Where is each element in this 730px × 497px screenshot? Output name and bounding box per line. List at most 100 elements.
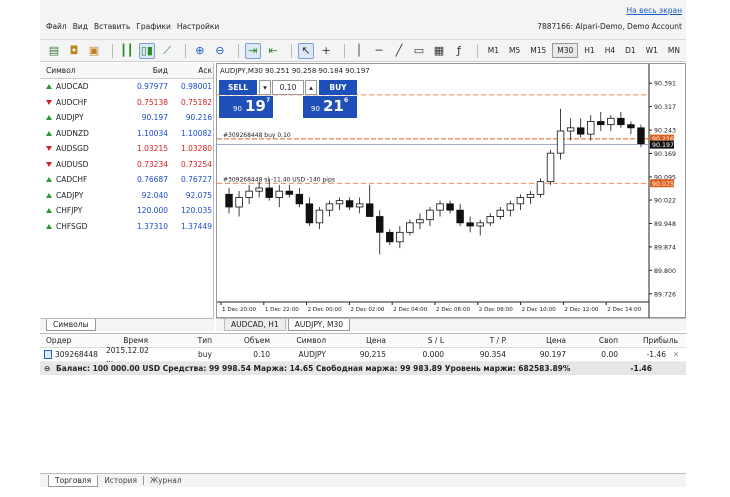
- tab-audcad-h1[interactable]: AUDCAD, H1: [224, 319, 286, 331]
- arrow-down-icon: [46, 146, 52, 152]
- timeframe-m1[interactable]: M1: [484, 44, 503, 57]
- fullscreen-link[interactable]: На весь экран: [627, 6, 683, 15]
- ask-price: 0.98001: [180, 82, 212, 92]
- zoom-in-icon[interactable]: ⊕: [192, 43, 208, 59]
- col-tp[interactable]: T / P: [448, 336, 510, 345]
- indicators-icon[interactable]: ƒ: [451, 43, 467, 59]
- market-watch-row[interactable]: CHFJPY 120.000 120.035: [40, 203, 213, 219]
- timeframe-w1[interactable]: W1: [642, 44, 662, 57]
- market-watch-row[interactable]: AUDUSD 0.73234 0.73254: [40, 157, 213, 173]
- market-watch-row[interactable]: CADJPY 92.040 92.075: [40, 188, 213, 204]
- sell-price-fraction: 7: [266, 97, 271, 104]
- price-tick-label: 90.243: [654, 128, 676, 135]
- profiles-icon[interactable]: ◘: [66, 43, 82, 59]
- menu-charts[interactable]: Графики: [136, 22, 171, 31]
- arrow-up-icon: [46, 223, 52, 229]
- tab-journal[interactable]: Журнал: [144, 475, 188, 486]
- order-type: buy: [198, 350, 212, 359]
- vertical-line-icon[interactable]: │: [351, 43, 367, 59]
- timeframe-m30[interactable]: M30: [552, 43, 579, 58]
- text-label-icon[interactable]: ▭: [411, 43, 427, 59]
- lot-increase-button[interactable]: ▴: [305, 80, 317, 95]
- symbol-name: AUDCAD: [56, 82, 89, 92]
- horizontal-line-icon[interactable]: ─: [371, 43, 387, 59]
- symbol-cell: AUDNZD: [40, 129, 112, 138]
- order-swap: 0.00: [601, 350, 618, 359]
- col-swap[interactable]: Своп: [570, 336, 622, 345]
- chart-shift-icon[interactable]: ⇤: [265, 43, 281, 59]
- ask-price: 1.37449: [180, 221, 212, 231]
- time-tick-label: 2 Dec 02:00: [350, 307, 385, 313]
- bid-price: 0.97977: [136, 82, 168, 92]
- sell-price[interactable]: 90 19 7: [219, 96, 273, 118]
- autoscroll-icon[interactable]: ⇥: [244, 42, 261, 59]
- timeframe-mn[interactable]: MN: [664, 44, 684, 57]
- symbol-name: AUDCHF: [56, 97, 88, 107]
- market-watch-row[interactable]: AUDJPY 90.197 90.216: [40, 110, 213, 126]
- col-price[interactable]: Цена: [330, 336, 390, 345]
- sell-button[interactable]: SELL: [219, 80, 257, 95]
- crosshair-icon[interactable]: +: [318, 43, 334, 59]
- candlestick-icon[interactable]: ▯▮: [138, 42, 156, 59]
- timeframe-m15[interactable]: M15: [526, 44, 550, 57]
- timeframe-h1[interactable]: H1: [580, 44, 598, 57]
- lot-decrease-button[interactable]: ▾: [259, 80, 271, 95]
- arrow-up-icon: [46, 208, 52, 214]
- market-watch-tabs: Символы: [40, 318, 214, 331]
- market-watch-row[interactable]: AUDNZD 1.10034 1.10082: [40, 126, 213, 142]
- lot-size-input[interactable]: 0.10: [272, 80, 304, 95]
- zoom-out-icon[interactable]: ⊖: [212, 43, 228, 59]
- order-tp[interactable]: 90.354: [448, 350, 510, 359]
- col-time[interactable]: Время: [84, 336, 152, 345]
- new-chart-icon[interactable]: ▤: [46, 43, 62, 59]
- tab-symbols[interactable]: Символы: [46, 319, 96, 331]
- fibonacci-icon[interactable]: ▦: [431, 43, 447, 59]
- line-chart-icon[interactable]: ⟋: [159, 43, 175, 59]
- market-watch-row[interactable]: CHFSGD 1.37310 1.37449: [40, 219, 213, 235]
- col-order[interactable]: Ордер: [40, 336, 84, 345]
- close-order-icon[interactable]: ✕: [670, 350, 682, 359]
- arrow-up-icon: [46, 115, 52, 121]
- menu-file[interactable]: Файл: [46, 22, 67, 31]
- col-symbol[interactable]: Символ: [274, 336, 330, 345]
- cursor-icon[interactable]: ↖: [297, 42, 315, 59]
- menu-view[interactable]: Вид: [73, 22, 88, 31]
- collapse-icon[interactable]: ⊖: [40, 364, 50, 373]
- ask-column-header[interactable]: Аск: [168, 66, 212, 75]
- col-sl[interactable]: S / L: [390, 336, 448, 345]
- bar-chart-icon[interactable]: ┃┃: [119, 43, 135, 59]
- tab-audjpy-m30[interactable]: AUDJPY, M30: [287, 319, 351, 331]
- candle-body: [556, 130, 565, 154]
- market-watch-icon[interactable]: ▣: [86, 43, 102, 59]
- timeframe-m5[interactable]: M5: [505, 44, 524, 57]
- candle-body: [295, 193, 304, 205]
- table-row[interactable]: 309268448 2015.12.02 ... buy 0.10 AUDJPY…: [40, 346, 686, 364]
- trendline-icon[interactable]: ╱: [391, 43, 407, 59]
- time-tick-label: 2 Dec 00:00: [308, 307, 343, 313]
- market-watch-row[interactable]: AUDCAD 0.97977 0.98001: [40, 79, 213, 95]
- tab-history[interactable]: История: [98, 475, 143, 486]
- order-sl[interactable]: 0.000: [390, 350, 448, 359]
- timeframe-d1[interactable]: D1: [621, 44, 640, 57]
- tab-trade[interactable]: Торговля: [48, 474, 99, 487]
- col-profit[interactable]: Прибыль: [622, 336, 682, 345]
- price-tick-label: 89.874: [654, 244, 676, 251]
- time-tick-label: 2 Dec 06:00: [436, 307, 471, 313]
- symbol-column-header[interactable]: Символ: [40, 66, 112, 75]
- menu-settings[interactable]: Настройки: [177, 22, 219, 31]
- buy-price[interactable]: 90 21 6: [303, 96, 357, 118]
- col-current-price[interactable]: Цена: [510, 336, 570, 345]
- arrow-up-icon: [46, 192, 52, 198]
- sell-price-handle: 90: [233, 105, 242, 113]
- market-watch-row[interactable]: CADCHF 0.76687 0.76727: [40, 172, 213, 188]
- col-volume[interactable]: Объем: [216, 336, 274, 345]
- col-type[interactable]: Тип: [152, 336, 216, 345]
- timeframe-h4[interactable]: H4: [601, 44, 619, 57]
- bid-column-header[interactable]: Бид: [112, 66, 168, 75]
- market-watch-row[interactable]: AUDCHF 0.75138 0.75182: [40, 95, 213, 111]
- menu-insert[interactable]: Вставить: [94, 22, 130, 31]
- buy-button[interactable]: BUY: [319, 80, 357, 95]
- time-tick-label: 1 Dec 20:00: [222, 307, 257, 313]
- candle-body: [345, 200, 354, 208]
- market-watch-row[interactable]: AUDSGD 1.03215 1.03280: [40, 141, 213, 157]
